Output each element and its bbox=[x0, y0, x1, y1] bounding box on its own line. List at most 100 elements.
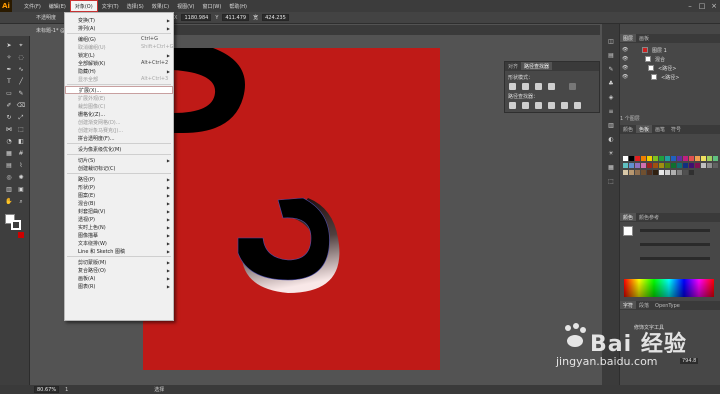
pen-tool-icon[interactable]: ✒ bbox=[4, 66, 14, 74]
menu-item-31[interactable]: 文本绕排(W) ▶ bbox=[65, 239, 173, 247]
visibility-icon[interactable]: 👁 bbox=[622, 56, 628, 62]
menu-8[interactable]: 帮助(H) bbox=[225, 0, 251, 12]
color-swatch[interactable] bbox=[671, 156, 676, 161]
rectangle-tool-icon[interactable]: ▭ bbox=[4, 90, 14, 98]
width-input[interactable]: 424.235 bbox=[262, 14, 289, 21]
menu-item-30[interactable]: 图像描摹 ▶ bbox=[65, 231, 173, 239]
panel-tab-0[interactable]: 颜色 bbox=[620, 213, 637, 221]
minimize-icon[interactable]: – bbox=[684, 0, 696, 12]
menu-item-13[interactable]: 栅格化(Z)... bbox=[65, 110, 173, 118]
rotate-tool-icon[interactable]: ↻ bbox=[4, 114, 14, 122]
blend-tool-icon[interactable]: ◎ bbox=[4, 174, 14, 182]
menu-item-6[interactable]: 全部解锁(K) Alt+Ctrl+2 bbox=[65, 59, 173, 67]
color-swatch[interactable] bbox=[701, 163, 706, 168]
color-swatch[interactable] bbox=[629, 163, 634, 168]
panel-tab-0[interactable]: 对齐 bbox=[505, 62, 521, 70]
color-swatch[interactable] bbox=[659, 156, 664, 161]
panel-tab-2[interactable]: OpenType bbox=[652, 302, 683, 310]
color-swatch[interactable] bbox=[677, 170, 682, 175]
menu-5[interactable]: 效果(C) bbox=[148, 0, 173, 12]
properties-icon[interactable]: ◫ bbox=[607, 38, 615, 46]
layer-row[interactable]: 👁 图层 1 bbox=[620, 46, 720, 54]
color-swatch[interactable] bbox=[713, 163, 718, 168]
eyedropper-tool-icon[interactable]: ⌇ bbox=[16, 162, 26, 170]
menu-item-18[interactable]: 设为像素级优化(M) bbox=[65, 145, 173, 153]
color-swatch[interactable] bbox=[683, 163, 688, 168]
menu-item-5[interactable]: 锁定(L) ▶ bbox=[65, 51, 173, 59]
color-swatch[interactable] bbox=[677, 163, 682, 168]
align-icon[interactable]: ▦ bbox=[607, 164, 615, 172]
intersect-button[interactable] bbox=[535, 83, 542, 90]
menu-item-35[interactable]: 复合路径(O) ▶ bbox=[65, 266, 173, 274]
maximize-icon[interactable]: □ bbox=[696, 0, 708, 12]
exclude-button[interactable] bbox=[548, 83, 555, 90]
color-swatch[interactable] bbox=[707, 163, 712, 168]
color-swatch[interactable] bbox=[707, 156, 712, 161]
divide-button[interactable] bbox=[509, 102, 516, 109]
color-swatch[interactable] bbox=[659, 163, 664, 168]
shape-builder-tool-icon[interactable]: ◔ bbox=[4, 138, 14, 146]
layer-row[interactable]: 👁 混合 bbox=[620, 55, 720, 63]
color-swatch[interactable] bbox=[641, 163, 646, 168]
color-swatch[interactable] bbox=[623, 163, 628, 168]
direct-selection-tool-icon[interactable]: ⌖ bbox=[16, 42, 26, 50]
panel-tab-3[interactable]: 符号 bbox=[668, 125, 684, 133]
color-swatch[interactable] bbox=[623, 170, 628, 175]
width-tool-icon[interactable]: ⋈ bbox=[4, 126, 14, 134]
color-swatch[interactable] bbox=[647, 170, 652, 175]
brushes-icon[interactable]: ✎ bbox=[607, 66, 615, 74]
menu-item-25[interactable]: 图案(E) ▶ bbox=[65, 191, 173, 199]
type-tool-icon[interactable]: T bbox=[4, 78, 14, 86]
menu-item-3[interactable]: 编组(G) Ctrl+G bbox=[65, 35, 173, 43]
menu-item-23[interactable]: 路径(P) ▶ bbox=[65, 175, 173, 183]
color-swatch[interactable] bbox=[647, 156, 652, 161]
paintbrush-tool-icon[interactable]: ✎ bbox=[16, 90, 26, 98]
selection-tool-icon[interactable]: ➤ bbox=[4, 42, 14, 50]
trim-button[interactable] bbox=[522, 102, 529, 109]
color-swatch[interactable] bbox=[653, 163, 658, 168]
panel-tab-1[interactable]: 画板 bbox=[636, 34, 652, 42]
line-tool-icon[interactable]: ╱ bbox=[16, 78, 26, 86]
zoom-tool-icon[interactable]: ⌕ bbox=[16, 198, 26, 206]
live-paint-tool-icon[interactable]: ◧ bbox=[16, 138, 26, 146]
panel-tab-0[interactable]: 颜色 bbox=[620, 125, 636, 133]
panel-tab-1[interactable]: 路径查找器 bbox=[521, 62, 553, 70]
color-swatch[interactable] bbox=[647, 163, 652, 168]
color-spectrum[interactable] bbox=[624, 279, 714, 297]
menu-item-29[interactable]: 实时上色(N) ▶ bbox=[65, 223, 173, 231]
menu-item-1[interactable]: 排列(A) ▶ bbox=[65, 24, 173, 32]
color-swatch[interactable] bbox=[635, 156, 640, 161]
none-swatch[interactable] bbox=[18, 232, 24, 238]
free-transform-tool-icon[interactable]: ⬚ bbox=[16, 126, 26, 134]
lasso-tool-icon[interactable]: ◌ bbox=[16, 54, 26, 62]
menu-7[interactable]: 窗口(W) bbox=[198, 0, 225, 12]
close-icon[interactable]: × bbox=[708, 0, 720, 12]
color-swatch[interactable] bbox=[683, 170, 688, 175]
color-swatch[interactable] bbox=[623, 156, 628, 161]
transparency-icon[interactable]: ◐ bbox=[607, 136, 615, 144]
gradient-tool-icon[interactable]: ▤ bbox=[4, 162, 14, 170]
unite-button[interactable] bbox=[509, 83, 516, 90]
menu-item-26[interactable]: 混合(B) ▶ bbox=[65, 199, 173, 207]
menu-4[interactable]: 选择(S) bbox=[123, 0, 148, 12]
color-slider-2[interactable] bbox=[640, 243, 710, 246]
color-swatch[interactable] bbox=[635, 163, 640, 168]
crop-button[interactable] bbox=[548, 102, 555, 109]
libraries-icon[interactable]: ▤ bbox=[607, 52, 615, 60]
hand-tool-icon[interactable]: ✋ bbox=[4, 198, 14, 206]
hook-shape-bottom[interactable] bbox=[237, 197, 330, 281]
color-swatch[interactable] bbox=[689, 156, 694, 161]
color-swatch[interactable] bbox=[629, 170, 634, 175]
panel-tab-1[interactable]: 颜色参考 bbox=[636, 213, 662, 221]
color-swatch[interactable] bbox=[641, 170, 646, 175]
menu-item-24[interactable]: 形状(P) ▶ bbox=[65, 183, 173, 191]
page-number[interactable]: 1 bbox=[65, 387, 68, 393]
minus-front-button[interactable] bbox=[522, 83, 529, 90]
symbol-sprayer-tool-icon[interactable]: ✺ bbox=[16, 174, 26, 182]
color-swatch[interactable] bbox=[641, 156, 646, 161]
menu-item-7[interactable]: 隐藏(H) ▶ bbox=[65, 67, 173, 75]
transform-icon[interactable]: ⬚ bbox=[607, 178, 615, 186]
menu-item-32[interactable]: Line 和 Sketch 图稿 ▶ bbox=[65, 247, 173, 255]
color-swatch[interactable] bbox=[665, 156, 670, 161]
menu-item-16[interactable]: 拼合透明度(F)... bbox=[65, 134, 173, 142]
